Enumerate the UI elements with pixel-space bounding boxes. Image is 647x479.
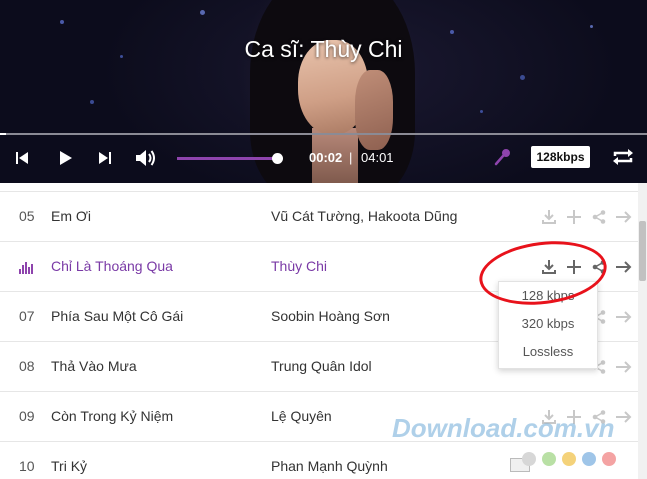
track-artist[interactable]: Phan Mạnh Quỳnh <box>271 458 388 474</box>
watermark-dot <box>522 452 536 466</box>
track-artist[interactable]: Trung Quân Idol <box>271 358 372 374</box>
track-name[interactable]: Chỉ Là Thoáng Qua <box>51 258 173 274</box>
volume-slider-handle[interactable] <box>272 153 283 164</box>
microphone-icon[interactable] <box>492 146 514 168</box>
track-artist[interactable]: Soobin Hoàng Sơn <box>271 308 390 324</box>
track-number: 10 <box>19 458 35 474</box>
volume-icon[interactable] <box>134 146 158 170</box>
scrollbar-thumb[interactable] <box>639 221 646 281</box>
menu-item-lossless[interactable]: Lossless <box>499 338 597 366</box>
track-name[interactable]: Em Ơi <box>51 208 91 224</box>
track-name[interactable]: Tri Kỷ <box>51 458 87 474</box>
track-row[interactable]: 05 Em Ơi Vũ Cát Tường, Hakoota Dũng <box>0 191 638 241</box>
background-bokeh <box>90 100 94 104</box>
player-controls: 00:02 | 04:01 128kbps <box>0 140 647 176</box>
seek-bar[interactable] <box>0 133 647 135</box>
player-title: Ca sĩ: Thùy Chi <box>244 36 403 62</box>
background-bokeh <box>200 10 205 15</box>
volume-slider-fill <box>177 157 277 160</box>
track-name[interactable]: Phía Sau Một Cô Gái <box>51 308 183 324</box>
singer-image <box>355 70 393 150</box>
skip-next-icon[interactable] <box>95 148 115 168</box>
background-bokeh <box>590 25 593 28</box>
arrow-right-icon[interactable] <box>614 257 634 277</box>
watermark-dot <box>582 452 596 466</box>
track-artist[interactable]: Vũ Cát Tường, Hakoota Dũng <box>271 208 457 224</box>
menu-item-320kbps[interactable]: 320 kbps <box>499 310 597 338</box>
total-time: 04:01 <box>361 150 394 165</box>
scrollbar[interactable] <box>638 183 647 479</box>
arrow-right-icon[interactable] <box>614 207 634 227</box>
background-bokeh <box>480 110 483 113</box>
share-icon[interactable] <box>589 207 609 227</box>
video-player[interactable]: Ca sĩ: Thùy Chi 00:02 | 04:01 128kbps <box>0 0 647 183</box>
play-icon[interactable] <box>55 147 77 169</box>
watermark-dot <box>542 452 556 466</box>
download-icon[interactable] <box>539 207 559 227</box>
quality-badge[interactable]: 128kbps <box>531 146 590 168</box>
watermark-dot <box>602 452 616 466</box>
track-number: 08 <box>19 358 35 374</box>
volume-slider[interactable] <box>177 153 283 164</box>
track-artist[interactable]: Thùy Chi <box>271 258 327 274</box>
track-name[interactable]: Thả Vào Mưa <box>51 358 137 374</box>
seek-bar-fill <box>0 133 6 135</box>
track-number: 09 <box>19 408 35 424</box>
background-bokeh <box>520 75 525 80</box>
arrow-right-icon[interactable] <box>614 357 634 377</box>
watermark-dot <box>562 452 576 466</box>
track-number: 07 <box>19 308 35 324</box>
arrow-right-icon[interactable] <box>614 407 634 427</box>
arrow-right-icon[interactable] <box>614 307 634 327</box>
track-name[interactable]: Còn Trong Kỷ Niệm <box>51 408 173 424</box>
background-bokeh <box>450 30 454 34</box>
track-number: 05 <box>19 208 35 224</box>
plus-icon[interactable] <box>564 207 584 227</box>
current-time: 00:02 <box>309 150 343 165</box>
background-bokeh <box>60 20 64 24</box>
watermark-text: Download.com.vn <box>392 413 615 443</box>
equalizer-icon <box>19 262 35 274</box>
skip-previous-icon[interactable] <box>12 148 32 168</box>
time-separator: | <box>349 150 353 165</box>
repeat-icon[interactable] <box>611 146 635 168</box>
track-artist[interactable]: Lệ Quyên <box>271 408 332 424</box>
